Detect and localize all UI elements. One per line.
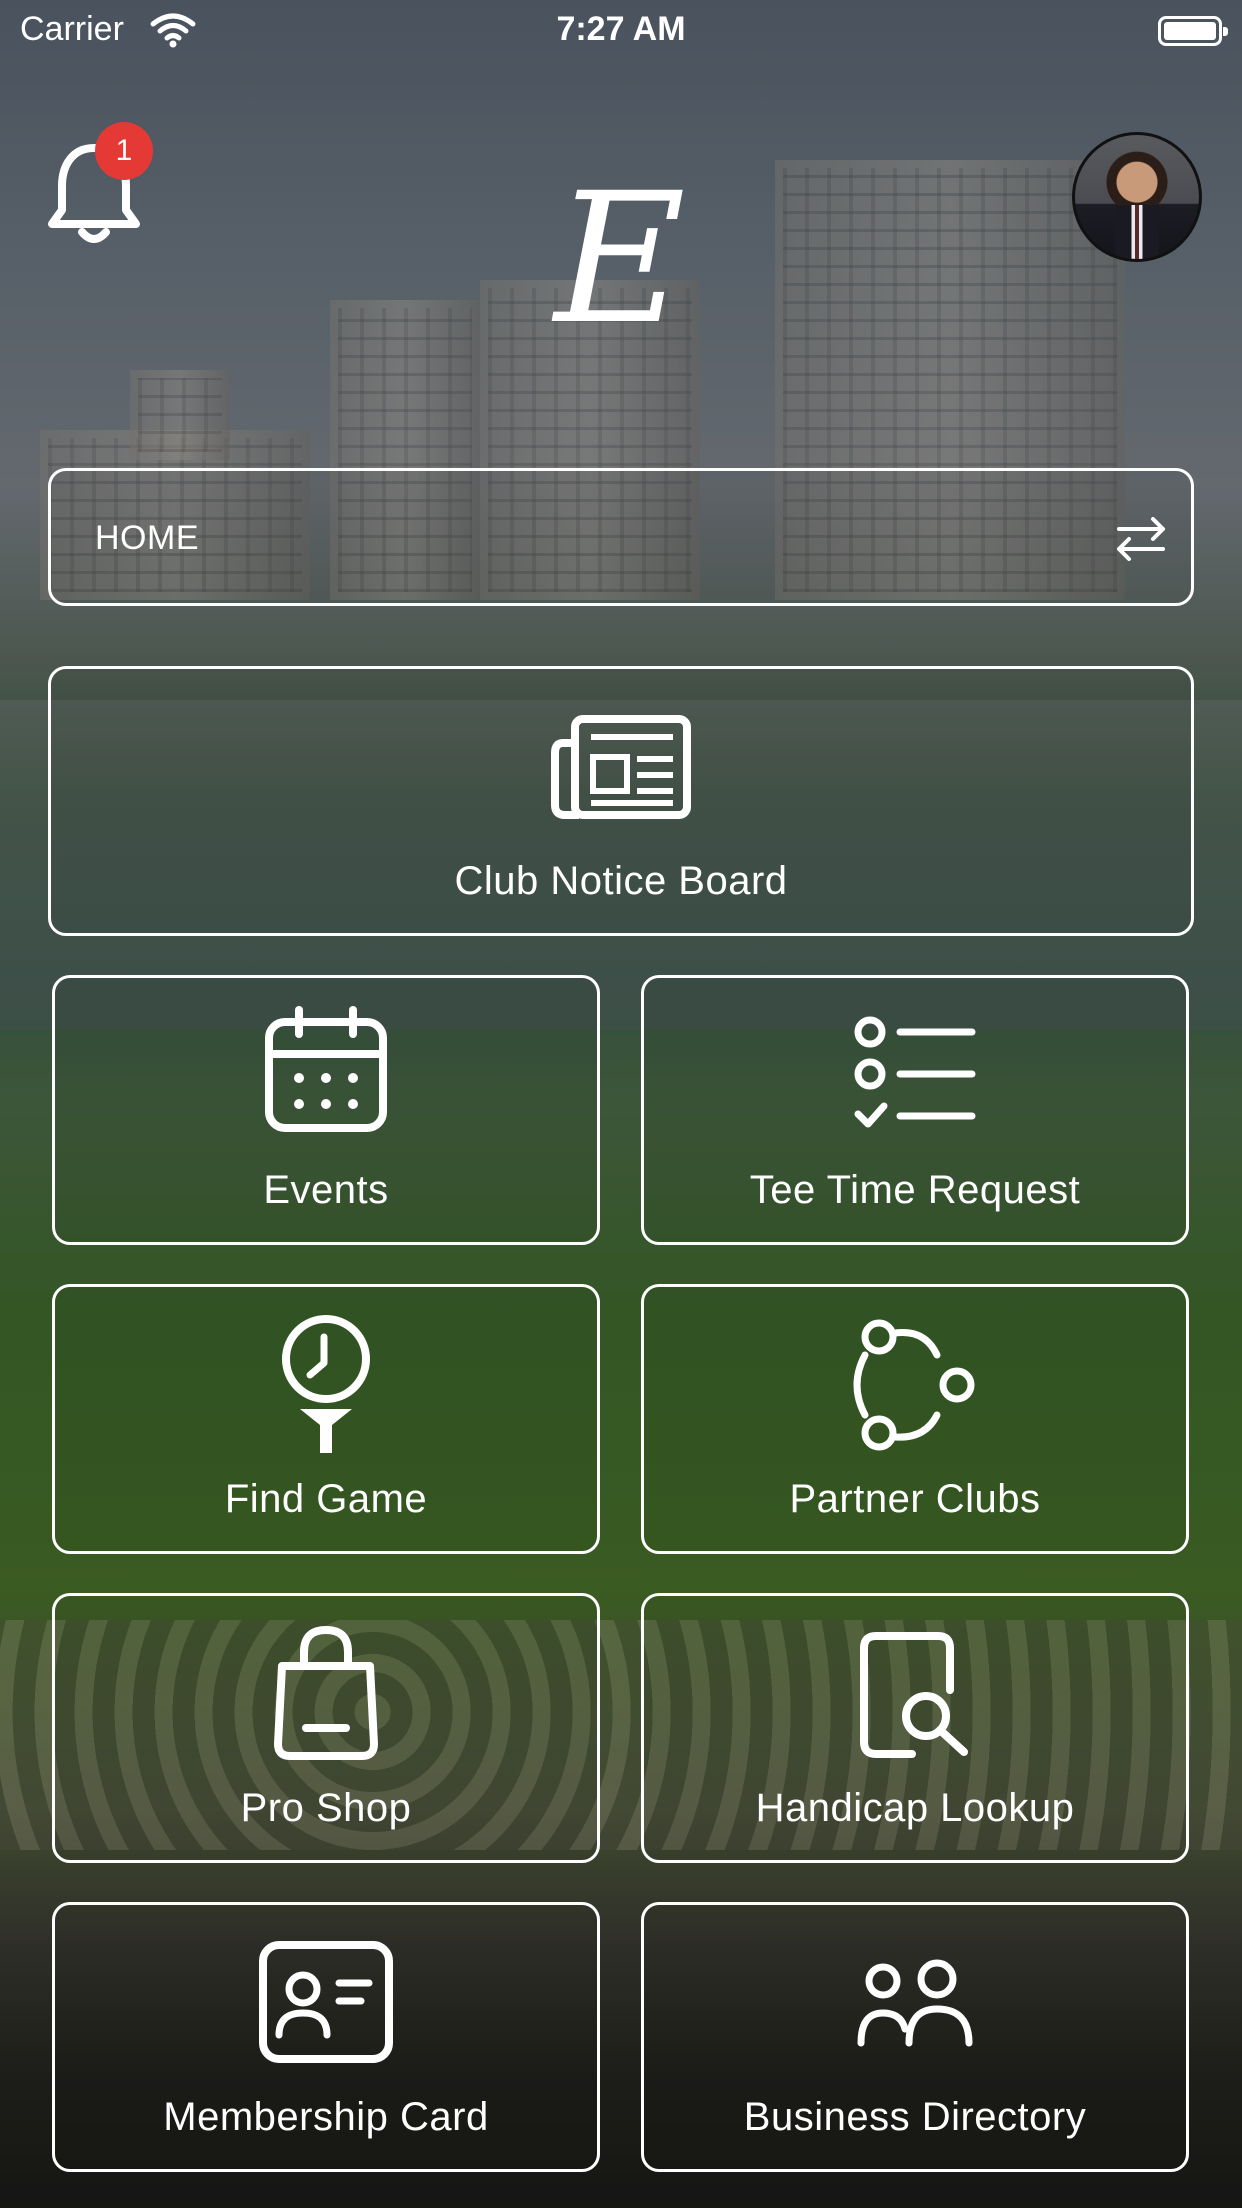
avatar[interactable] bbox=[1072, 132, 1202, 262]
tile-label: Tee Time Request bbox=[749, 1168, 1081, 1212]
network-icon bbox=[853, 1319, 975, 1451]
club-selector[interactable]: HOME bbox=[48, 468, 1194, 606]
tile-label: Membership Card bbox=[163, 2095, 489, 2139]
club-notice-board-tile[interactable]: Club Notice Board bbox=[48, 666, 1194, 936]
tile-label: Find Game bbox=[224, 1477, 428, 1521]
swap-arrows-icon[interactable] bbox=[1109, 507, 1173, 571]
notification-badge: 1 bbox=[95, 122, 153, 180]
tile-label: Business Directory bbox=[743, 2095, 1087, 2139]
newspaper-icon bbox=[551, 715, 691, 819]
status-bar: Carrier 7:27 AM bbox=[0, 0, 1242, 62]
tile-label: Club Notice Board bbox=[454, 859, 788, 903]
calendar-icon bbox=[265, 1006, 387, 1132]
handicap-lookup-tile[interactable]: Handicap Lookup bbox=[641, 1593, 1189, 1863]
events-tile[interactable]: Events bbox=[52, 975, 600, 1245]
club-logo: E bbox=[554, 155, 686, 364]
tile-label: Partner Clubs bbox=[789, 1477, 1041, 1521]
partner-clubs-tile[interactable]: Partner Clubs bbox=[641, 1284, 1189, 1554]
battery-icon bbox=[1158, 16, 1228, 46]
users-icon bbox=[857, 1959, 973, 2047]
tee-time-request-tile[interactable]: Tee Time Request bbox=[641, 975, 1189, 1245]
checklist-icon bbox=[854, 1016, 976, 1128]
club-selector-label: HOME bbox=[95, 519, 199, 557]
pro-shop-tile[interactable]: Pro Shop bbox=[52, 1593, 600, 1863]
golf-tee-clock-icon bbox=[282, 1315, 370, 1453]
membership-card-tile[interactable]: Membership Card bbox=[52, 1902, 600, 2172]
tile-label: Handicap Lookup bbox=[755, 1786, 1075, 1830]
id-card-icon bbox=[259, 1941, 393, 2063]
tile-label: Events bbox=[263, 1168, 389, 1212]
tile-label: Pro Shop bbox=[240, 1786, 412, 1830]
business-directory-tile[interactable]: Business Directory bbox=[641, 1902, 1189, 2172]
find-game-tile[interactable]: Find Game bbox=[52, 1284, 600, 1554]
document-search-icon bbox=[860, 1632, 968, 1758]
clock: 7:27 AM bbox=[556, 10, 686, 48]
shopping-bag-icon bbox=[274, 1626, 378, 1760]
